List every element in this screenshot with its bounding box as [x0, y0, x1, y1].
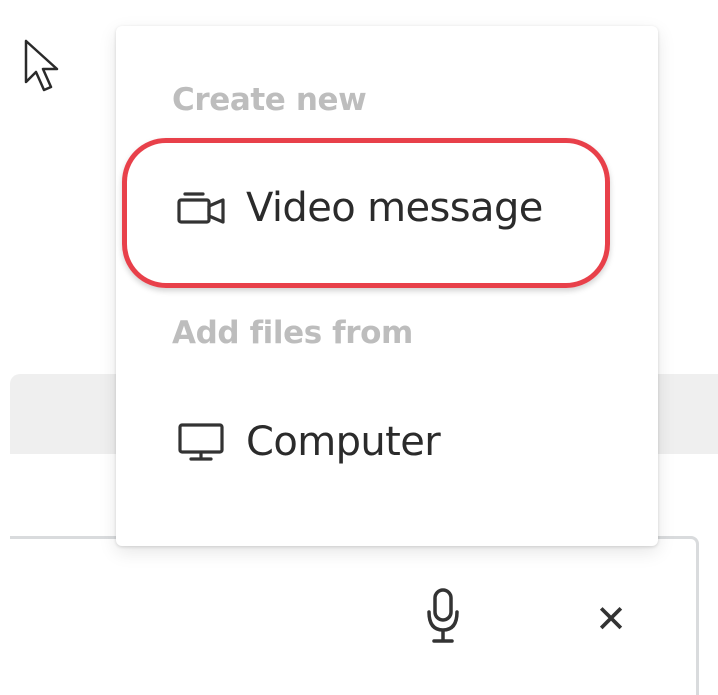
video-camera-icon [176, 188, 230, 228]
section-header-create-new: Create new [172, 82, 367, 118]
menu-item-computer[interactable]: Computer [126, 382, 606, 502]
menu-item-label: Computer [246, 419, 441, 465]
screen: ✕ Create new Video message Add files fro… [0, 0, 718, 695]
section-header-add-files-from: Add files from [172, 315, 413, 351]
monitor-icon [176, 422, 230, 462]
mouse-cursor-icon [22, 38, 62, 94]
close-icon: ✕ [595, 597, 627, 641]
microphone-icon [427, 588, 459, 643]
microphone-button[interactable] [418, 583, 468, 649]
menu-item-label: Video message [246, 185, 543, 231]
close-button[interactable]: ✕ [588, 596, 634, 642]
attach-menu: Create new Video message Add files from [116, 26, 658, 546]
menu-item-video-message[interactable]: Video message [126, 148, 606, 268]
